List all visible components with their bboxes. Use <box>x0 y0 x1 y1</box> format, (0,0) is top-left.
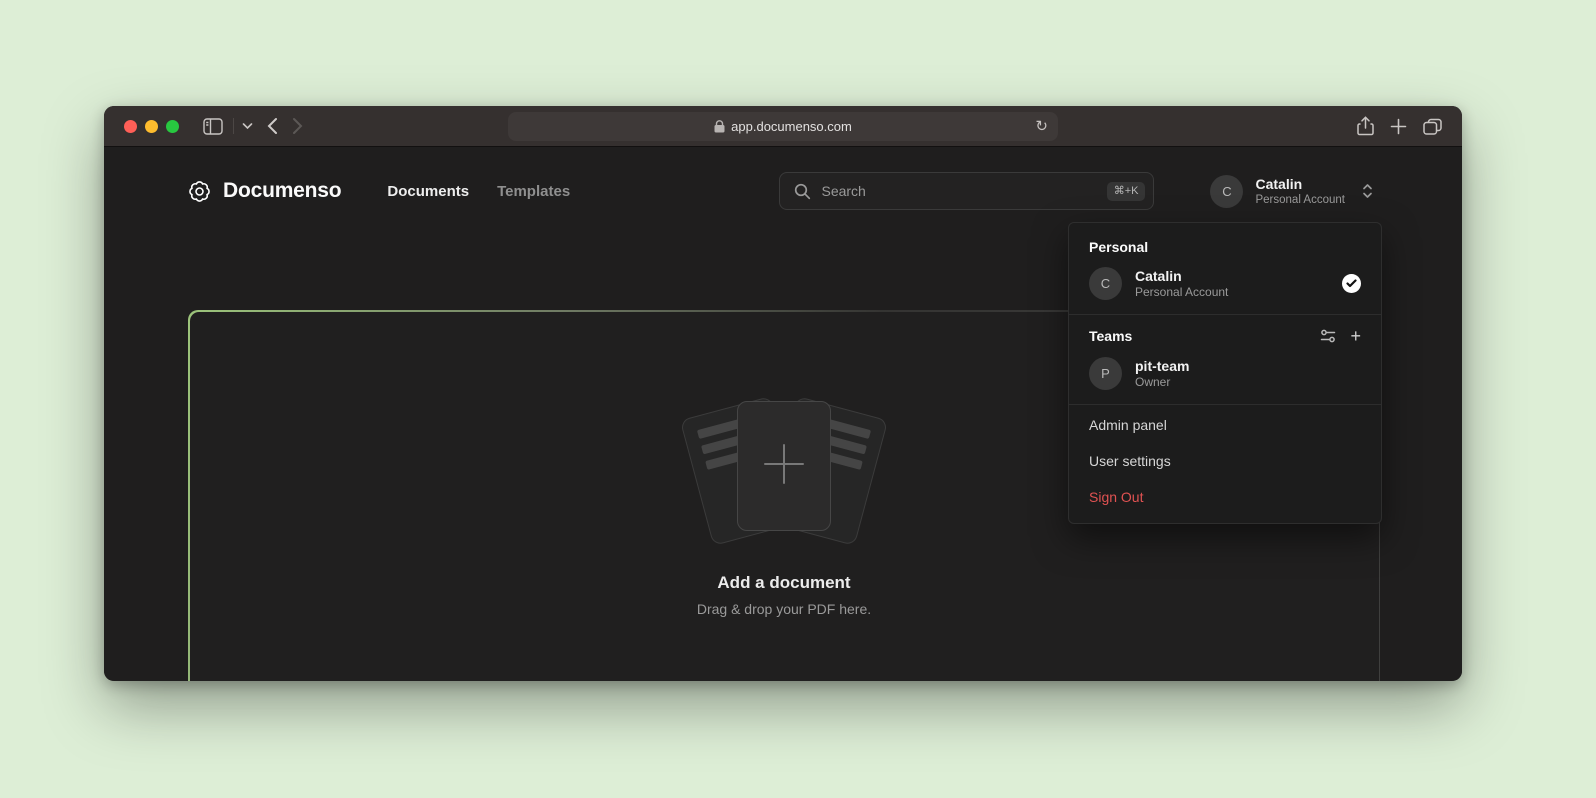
team-name: pit-team <box>1135 357 1189 375</box>
account-menu-button[interactable]: C Catalin Personal Account <box>1210 175 1374 208</box>
personal-section-label: Personal <box>1069 229 1381 263</box>
account-name: Catalin <box>1135 267 1228 285</box>
brand[interactable]: Documenso <box>186 178 341 205</box>
lock-icon <box>714 120 725 133</box>
document-stack-illustration <box>669 397 899 545</box>
tab-overview-icon[interactable] <box>1423 118 1442 135</box>
menu-item-admin-panel[interactable]: Admin panel <box>1069 407 1381 443</box>
search-icon <box>794 183 811 200</box>
new-tab-icon[interactable] <box>1390 118 1407 135</box>
nav-documents[interactable]: Documents <box>387 183 469 200</box>
sidebar-toggle-icon[interactable] <box>203 118 223 135</box>
documenso-logo-icon <box>186 178 213 205</box>
browser-window: app.documenso.com ↻ <box>104 106 1462 681</box>
teams-section-label: Teams <box>1089 328 1132 344</box>
team-avatar: P <box>1089 357 1122 390</box>
dropzone-title: Add a document <box>717 573 850 593</box>
chevron-updown-icon <box>1361 183 1374 199</box>
team-item[interactable]: P pit-team Owner <box>1069 353 1381 402</box>
account-name: Catalin <box>1255 176 1345 193</box>
manage-teams-icon[interactable] <box>1320 328 1336 344</box>
url-text: app.documenso.com <box>731 119 852 134</box>
browser-titlebar: app.documenso.com ↻ <box>104 106 1462 147</box>
back-button[interactable] <box>267 117 278 135</box>
personal-account-item[interactable]: C Catalin Personal Account <box>1069 263 1381 312</box>
search-input[interactable] <box>821 183 1106 199</box>
account-subtitle: Personal Account <box>1255 193 1345 207</box>
forward-button[interactable] <box>292 117 303 135</box>
team-role: Owner <box>1135 375 1189 390</box>
add-document-plus-icon <box>761 441 807 492</box>
create-team-icon[interactable]: + <box>1350 327 1361 345</box>
search-shortcut-badge: ⌘+K <box>1107 182 1146 201</box>
menu-item-sign-out[interactable]: Sign Out <box>1069 479 1381 519</box>
traffic-lights <box>124 120 179 133</box>
zoom-window-button[interactable] <box>166 120 179 133</box>
document-card-center <box>737 401 831 531</box>
account-subtitle: Personal Account <box>1135 285 1228 300</box>
minimize-window-button[interactable] <box>145 120 158 133</box>
menu-divider <box>1069 314 1381 315</box>
account-dropdown-menu: Personal C Catalin Personal Account Team… <box>1068 222 1382 524</box>
menu-item-user-settings[interactable]: User settings <box>1069 443 1381 479</box>
main-nav: Documents Templates <box>387 183 570 200</box>
share-icon[interactable] <box>1357 116 1374 136</box>
dropzone-subtitle: Drag & drop your PDF here. <box>697 601 871 617</box>
toolbar-divider <box>233 118 234 134</box>
address-bar[interactable]: app.documenso.com ↻ <box>508 112 1058 141</box>
search-bar[interactable]: ⌘+K <box>779 172 1154 210</box>
nav-templates[interactable]: Templates <box>497 183 570 200</box>
avatar: C <box>1210 175 1243 208</box>
close-window-button[interactable] <box>124 120 137 133</box>
sidebar-chevron-down-icon[interactable] <box>242 122 253 130</box>
avatar: C <box>1089 267 1122 300</box>
brand-name: Documenso <box>223 179 341 203</box>
reload-icon[interactable]: ↻ <box>1035 119 1048 134</box>
selected-check-icon <box>1342 274 1361 293</box>
menu-divider <box>1069 404 1381 405</box>
